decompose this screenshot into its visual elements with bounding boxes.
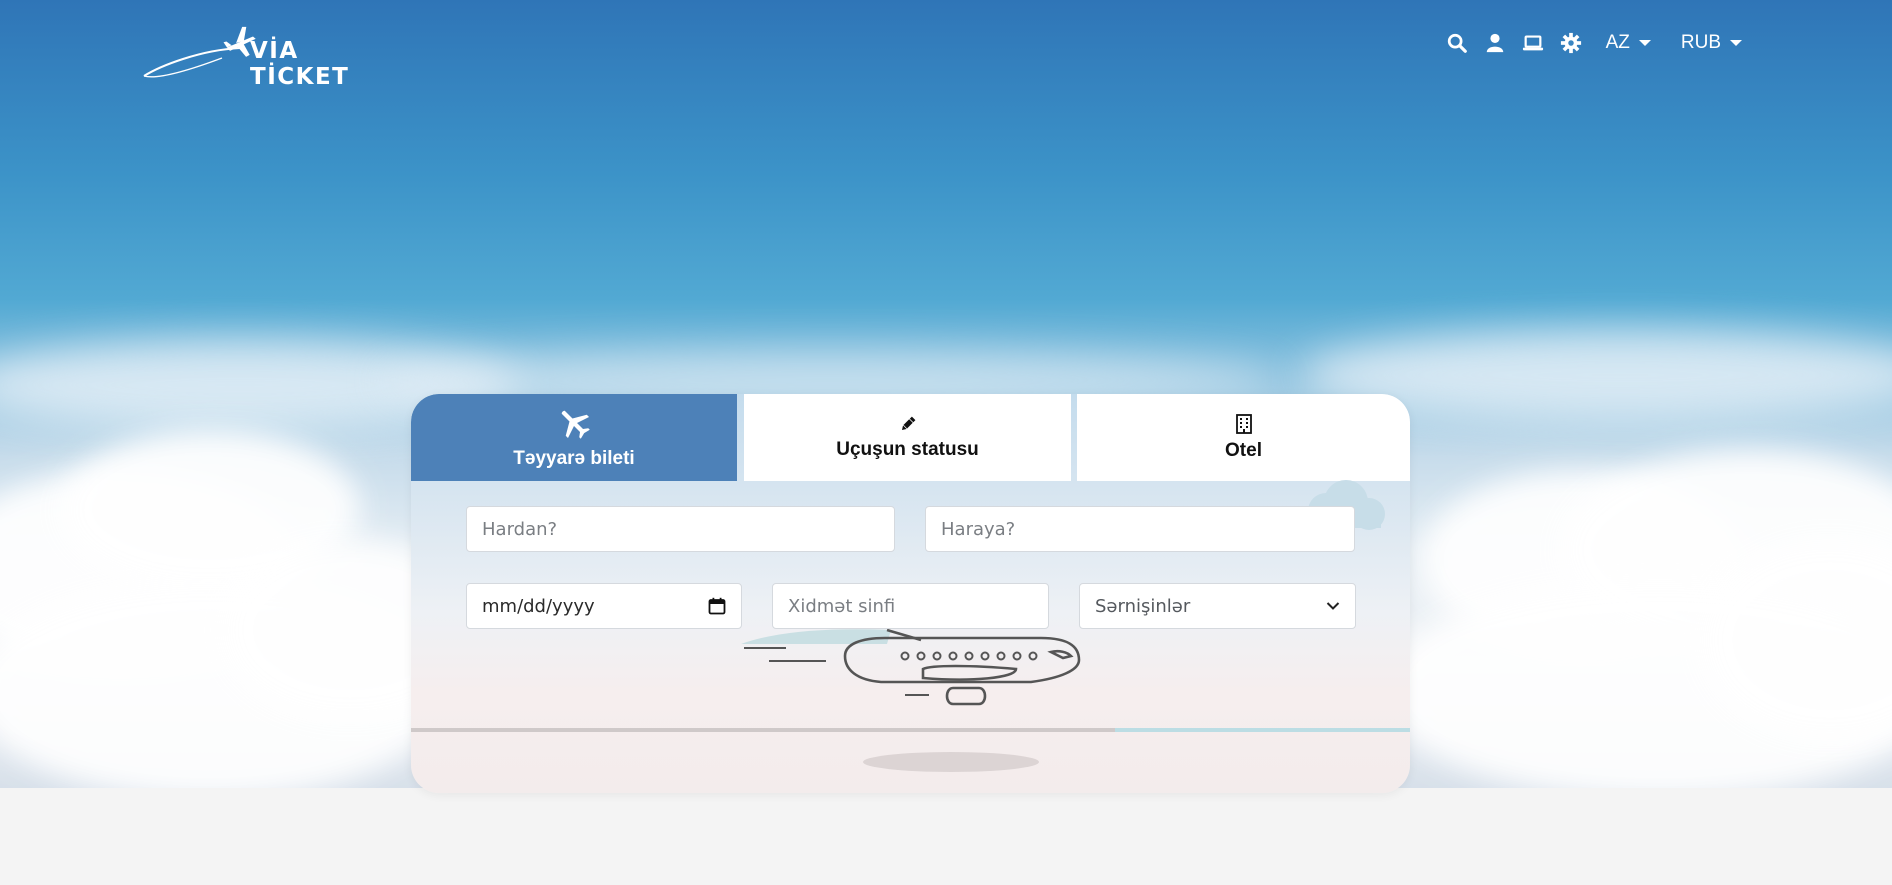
chevron-down-icon	[1638, 40, 1651, 46]
chevron-down-icon	[1326, 602, 1340, 610]
gear-icon[interactable]	[1560, 32, 1582, 54]
tab-flight-status[interactable]: Uçuşun statusu	[744, 394, 1071, 481]
site-logo[interactable]: VİA TİCKET	[140, 22, 400, 90]
language-label: AZ	[1605, 32, 1630, 53]
plane-icon	[561, 410, 590, 439]
tab-hotel[interactable]: Otel	[1077, 394, 1410, 481]
tab-flight-ticket[interactable]: Təyyarə bileti	[411, 394, 737, 481]
search-tabs: Təyyarə bileti Uçuşun statusu Otel	[411, 394, 1410, 481]
search-widget: Təyyarə bileti Uçuşun statusu Otel Harda…	[411, 394, 1410, 793]
service-class-input[interactable]	[788, 584, 1033, 628]
date-field[interactable]: mm/dd/yyyy	[466, 583, 742, 629]
to-input[interactable]	[941, 507, 1339, 551]
currency-label: RUB	[1680, 32, 1721, 53]
user-icon[interactable]	[1484, 32, 1506, 54]
service-class-field[interactable]	[772, 583, 1049, 629]
pencil-icon	[901, 416, 915, 430]
chevron-down-icon	[1730, 40, 1742, 46]
building-icon	[1235, 413, 1252, 434]
passengers-select[interactable]: Sərnişinlər	[1079, 583, 1356, 629]
tab-label: Otel	[1225, 439, 1262, 461]
from-input[interactable]	[482, 507, 879, 551]
to-field[interactable]	[925, 506, 1355, 552]
header-nav: AZ RUB	[1430, 28, 1742, 58]
passengers-label: Sərnişinlər	[1095, 595, 1191, 617]
search-icon[interactable]	[1446, 32, 1468, 54]
calendar-icon[interactable]	[708, 597, 726, 615]
tab-label: Təyyarə bileti	[513, 447, 635, 469]
date-input[interactable]: mm/dd/yyyy	[482, 596, 595, 617]
language-dropdown[interactable]: AZ	[1606, 32, 1651, 54]
from-field[interactable]	[466, 506, 895, 552]
tab-label: Uçuşun statusu	[836, 438, 979, 460]
logo-text: VİA TİCKET	[250, 38, 350, 90]
laptop-icon[interactable]	[1522, 32, 1544, 54]
airplane-shadow	[863, 752, 1039, 772]
currency-dropdown[interactable]: RUB	[1681, 32, 1742, 54]
